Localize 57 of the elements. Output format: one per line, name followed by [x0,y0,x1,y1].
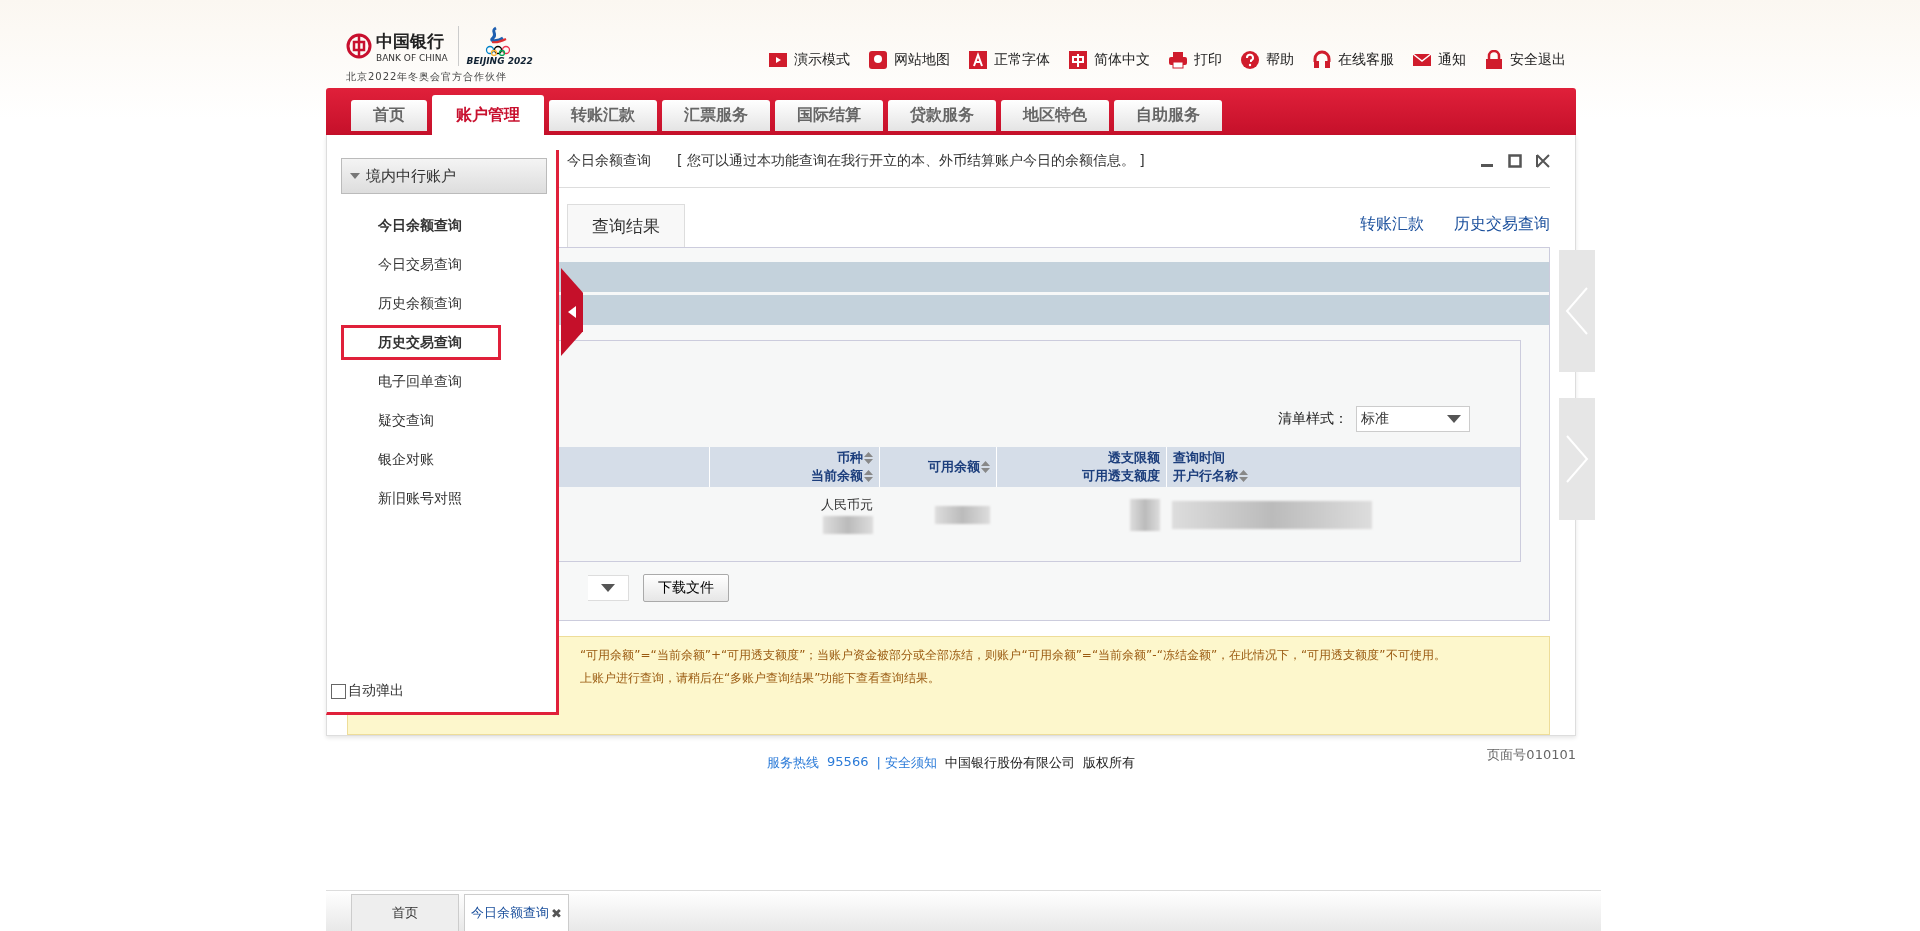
column-header[interactable]: 币种 [716,449,873,468]
menu-group-header[interactable]: 境内中行账户 [341,158,547,194]
table-cell: 人民币元 [821,496,873,515]
nav-tab[interactable]: 自助服务 [1114,100,1222,131]
list-style-select[interactable]: 标准 [1356,406,1470,433]
window-tab[interactable]: 今日余额查询✖ [464,894,569,931]
nav-tab[interactable]: 账户管理 [432,95,544,135]
column-header[interactable]: 开户行名称 [1173,467,1514,486]
page-description: [ 您可以通过本功能查询在我行开立的本、外币结算账户今日的余额信息。 ] [677,151,1146,170]
column-header[interactable]: 可用余额 [886,458,990,477]
toolbar-link[interactable]: 正常字体 [968,50,1050,70]
nav-tab[interactable]: 贷款服务 [888,100,996,131]
toolbar-link[interactable]: 打印 [1168,50,1222,70]
menu-item[interactable]: 历史交易查询 [341,325,501,360]
menu-item[interactable]: 历史余额查询 [341,286,501,321]
menu-item[interactable]: 新旧账号对照 [341,481,501,516]
column-header[interactable]: 当前余额 [716,467,873,486]
hotline-label: 服务热线 [767,754,820,772]
copyright-text: 版权所有 [1082,754,1135,772]
toolbar-link[interactable]: 演示模式 [768,50,850,70]
page-number: 页面号010101 [1487,746,1576,764]
nav-tab[interactable]: 汇票服务 [662,100,770,131]
nav-tab[interactable]: 转账汇款 [549,100,657,131]
quick-link[interactable]: 历史交易查询 [1454,213,1550,235]
breadcrumb: 今日余额查询 [567,151,651,170]
nav-tab[interactable]: 地区特色 [1001,100,1109,131]
column-header[interactable]: 查询时间 [1173,449,1514,468]
menu-item[interactable]: 今日余额查询 [341,208,501,243]
nav-tab[interactable]: 国际结算 [775,100,883,131]
hotline-number: 95566 [827,754,869,771]
notice-text: 上账户进行查询，请稍后在“多账户查询结果”功能下查看查询结果。 [580,669,942,687]
column-header[interactable]: 可用透支额度 [1003,467,1160,486]
auto-popup-checkbox[interactable]: 自动弹出 [331,682,556,700]
window-tab[interactable]: 首页 [351,894,459,931]
toolbar-link[interactable]: 简体中文 [1068,50,1150,70]
menu-item[interactable]: 疑交查询 [341,403,501,438]
security-link[interactable]: | 安全须知 [876,754,937,772]
partner-text: 北京2022年冬奥会官方合作伙伴 [346,70,509,84]
olympic-text: BEIJING 2022 [466,56,533,66]
toolbar-link[interactable]: 安全退出 [1484,50,1566,70]
menu-item[interactable]: 今日交易查询 [341,247,501,282]
toolbar-link[interactable]: 网站地图 [868,50,950,70]
notice-text: “可用余额”=“当前余额”+“可用透支额度”；当账户资金被部分或全部冻结，则账户“可用余额”=“当前余额”-“冻结金额”，在此情况下，“可用透支额度”不可使用。 [580,646,1447,664]
company-name: 中国银行股份有限公司 [944,754,1075,772]
bank-name: 中国银行 [376,29,445,53]
quick-link[interactable]: 转账汇款 [1360,213,1424,235]
toolbar-link[interactable]: 通知 [1412,50,1466,70]
bank-name-english: BANK OF CHINA [376,52,448,63]
download-button[interactable]: 下载文件 [643,574,729,603]
results-tab[interactable]: 查询结果 [567,204,685,248]
toolbar-link[interactable]: 帮助 [1240,50,1294,70]
toolbar-link[interactable]: 在线客服 [1312,50,1394,70]
list-style-label: 清单样式： [1278,410,1348,429]
column-header[interactable]: 透支限额 [1003,449,1160,468]
menu-item[interactable]: 电子回单查询 [341,364,501,399]
nav-tab[interactable]: 首页 [351,100,427,131]
menu-item[interactable]: 银企对账 [341,442,501,477]
